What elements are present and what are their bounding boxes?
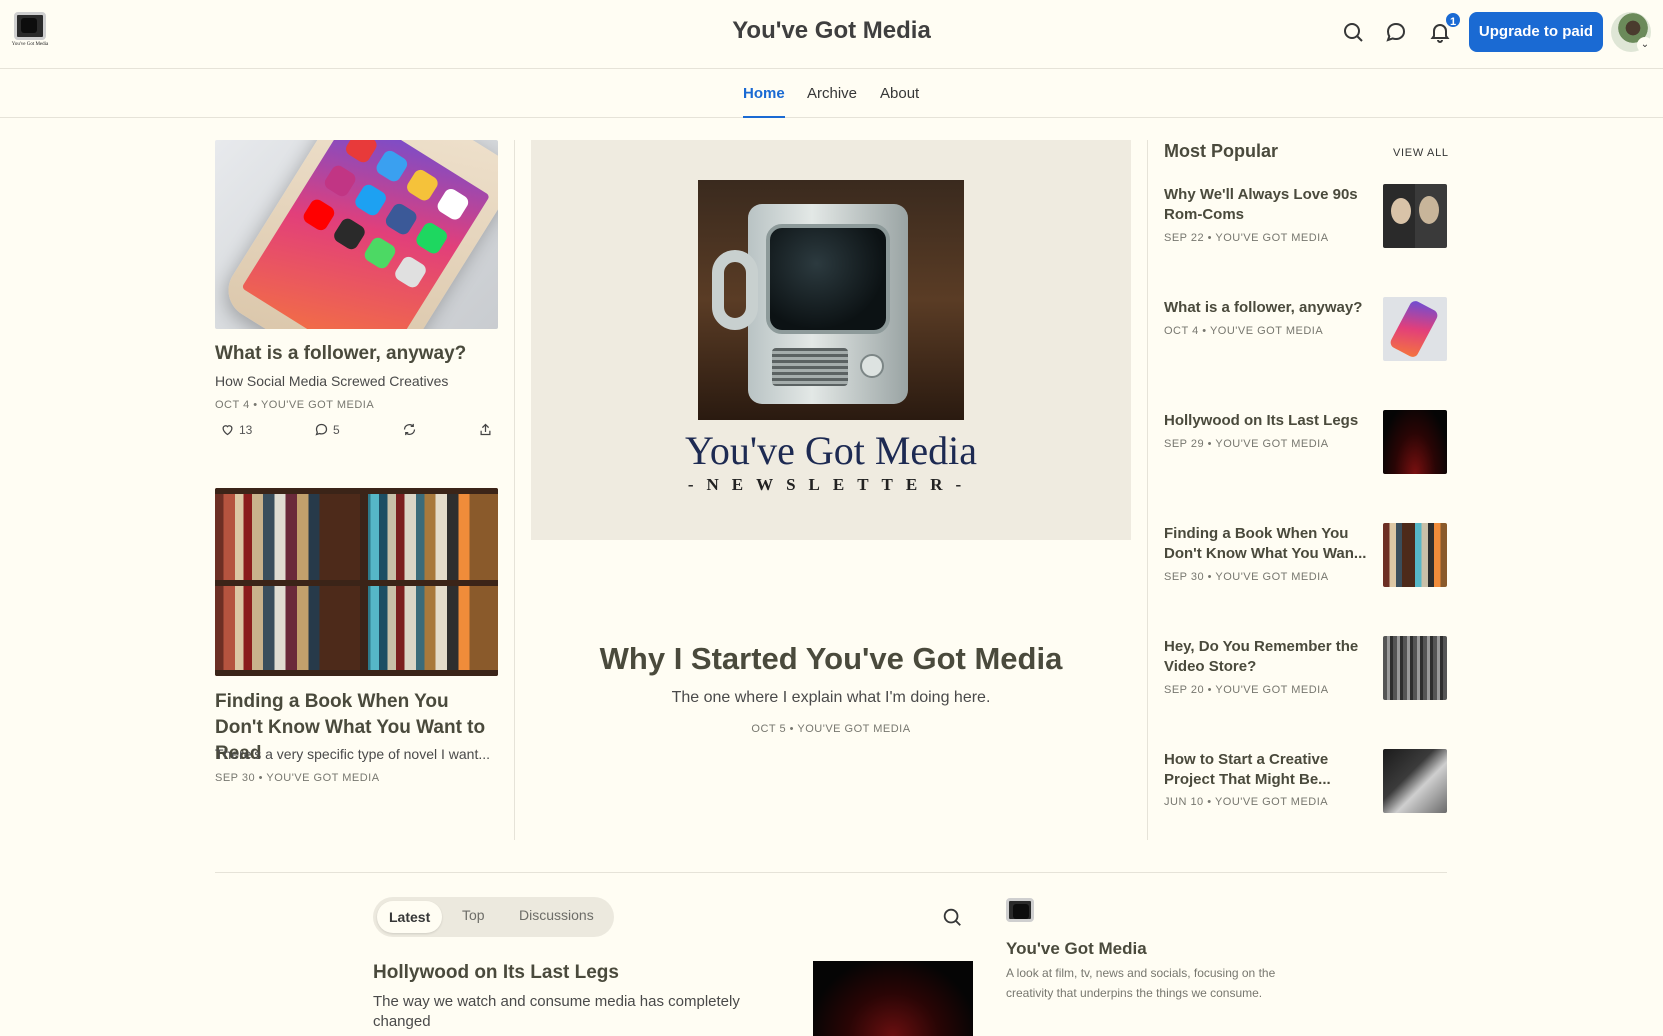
tab-archive[interactable]: Archive xyxy=(807,85,857,118)
popular-item-meta: SEP 30 • YOU'VE GOT MEDIA xyxy=(1164,571,1329,583)
restack-icon xyxy=(403,423,416,436)
like-button[interactable]: 13 xyxy=(220,422,252,437)
popular-item-thumbnail[interactable] xyxy=(1383,636,1447,700)
tab-about[interactable]: About xyxy=(880,85,919,118)
popular-item-title[interactable]: Hollywood on Its Last Legs xyxy=(1164,411,1374,431)
main-nav: Home Archive About xyxy=(0,69,1663,118)
comment-button[interactable]: 5 xyxy=(314,422,340,437)
popular-item-title[interactable]: What is a follower, anyway? xyxy=(1164,298,1374,318)
notification-badge: 1 xyxy=(1444,11,1462,29)
tab-latest[interactable]: Latest xyxy=(377,901,443,933)
restack-button[interactable] xyxy=(402,422,417,437)
tab-top[interactable]: Top xyxy=(462,907,485,923)
tab-discussions[interactable]: Discussions xyxy=(519,907,594,923)
popular-item-thumbnail[interactable] xyxy=(1383,410,1447,474)
post-title[interactable]: What is a follower, anyway? xyxy=(215,341,498,367)
post-image-bookshelf[interactable] xyxy=(215,488,498,676)
popular-item-meta: OCT 4 • YOU'VE GOT MEDIA xyxy=(1164,325,1324,337)
hero-subtitle: The one where I explain what I'm doing h… xyxy=(671,689,991,706)
section-divider xyxy=(215,872,1447,873)
hero-title[interactable]: Why I Started You've Got Media xyxy=(531,641,1131,677)
share-icon xyxy=(480,423,491,436)
post-subtitle: The way we watch and consume media has c… xyxy=(373,993,740,1030)
column-divider xyxy=(514,140,515,840)
tv-logo-icon xyxy=(1006,898,1034,922)
comment-icon xyxy=(315,423,328,436)
popular-item-thumbnail[interactable] xyxy=(1383,297,1447,361)
popular-item-thumbnail[interactable] xyxy=(1383,523,1447,587)
popular-item-meta: SEP 29 • YOU'VE GOT MEDIA xyxy=(1164,438,1329,450)
top-bar: You've Got Media You've Got Media 1 Upgr… xyxy=(0,0,1663,69)
post-image-phone[interactable] xyxy=(215,140,498,329)
popular-item-title[interactable]: Why We'll Always Love 90s Rom-Coms xyxy=(1164,185,1374,225)
post-subtitle: There's a very specific type of novel I … xyxy=(215,746,491,762)
popular-item-meta: JUN 10 • YOU'VE GOT MEDIA xyxy=(1164,796,1329,808)
column-divider xyxy=(1147,140,1148,840)
tv-mug-photo xyxy=(698,180,964,420)
most-popular-heading: Most Popular xyxy=(1164,141,1279,161)
popular-item-thumbnail[interactable] xyxy=(1383,184,1447,248)
publication-name[interactable]: You've Got Media xyxy=(1006,939,1147,959)
search-icon[interactable] xyxy=(1341,20,1365,44)
chevron-down-icon[interactable]: ⌄ xyxy=(1637,37,1653,53)
phone-illustration xyxy=(217,140,498,329)
popular-item-meta: SEP 20 • YOU'VE GOT MEDIA xyxy=(1164,684,1329,696)
hero-meta: OCT 5 • YOU'VE GOT MEDIA xyxy=(751,723,911,735)
site-title[interactable]: You've Got Media xyxy=(0,17,1663,45)
tab-home[interactable]: Home xyxy=(743,85,785,118)
post-meta: SEP 30 • YOU'VE GOT MEDIA xyxy=(215,772,380,784)
post-thumbnail[interactable] xyxy=(813,961,973,1036)
post-meta: OCT 4 • YOU'VE GOT MEDIA xyxy=(215,399,375,411)
publication-description: A look at film, tv, news and socials, fo… xyxy=(1006,966,1276,1000)
hero-image-brand-sub: -NEWSLETTER- xyxy=(687,475,975,494)
publication-logo[interactable] xyxy=(1006,898,1034,928)
hero-image[interactable]: You've Got Media -NEWSLETTER- xyxy=(531,140,1131,540)
post-subtitle: How Social Media Screwed Creatives xyxy=(215,373,449,389)
popular-item-title[interactable]: Hey, Do You Remember the Video Store? xyxy=(1164,637,1374,677)
popular-item-thumbnail[interactable] xyxy=(1383,749,1447,813)
chat-icon[interactable] xyxy=(1384,20,1408,44)
hero-image-brand: You've Got Media xyxy=(684,428,978,473)
post-title[interactable]: Hollywood on Its Last Legs xyxy=(373,962,619,984)
popular-item-meta: SEP 22 • YOU'VE GOT MEDIA xyxy=(1164,232,1329,244)
feed-tabs: Latest Top Discussions xyxy=(373,897,614,937)
view-all-link[interactable]: VIEW ALL xyxy=(1393,147,1449,159)
like-count: 13 xyxy=(239,422,253,437)
popular-item-title[interactable]: How to Start a Creative Project That Mig… xyxy=(1164,750,1374,790)
heart-icon xyxy=(222,425,233,436)
popular-item-title[interactable]: Finding a Book When You Don't Know What … xyxy=(1164,524,1374,564)
search-icon[interactable] xyxy=(941,906,963,928)
upgrade-button[interactable]: Upgrade to paid xyxy=(1469,12,1603,52)
share-button[interactable] xyxy=(478,422,493,437)
comment-count: 5 xyxy=(333,422,340,437)
